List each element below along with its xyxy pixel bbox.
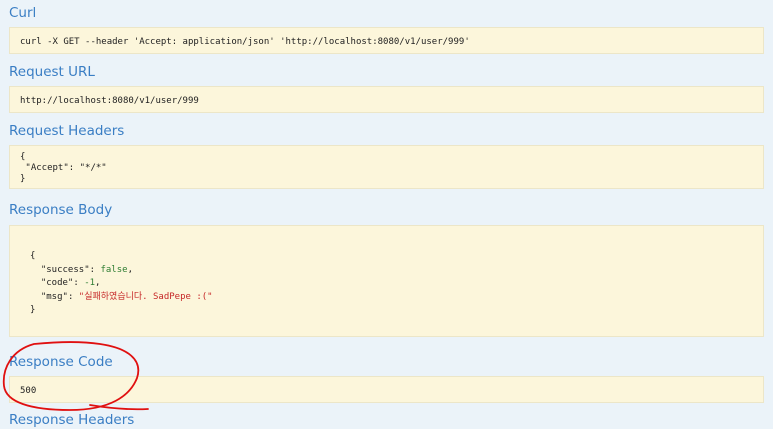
body-close-brace: } [30, 305, 36, 315]
code-key: "code" [40, 278, 74, 288]
headers-close-brace: } [20, 174, 26, 184]
body-success-line: "success": false, [40, 264, 133, 275]
request-url-block[interactable]: http://localhost:8080/v1/user/999 [9, 86, 764, 113]
header-accept-key: "Accept" [25, 163, 69, 173]
header-accept-line: "Accept": "*/*" [25, 163, 107, 173]
success-key: "success" [40, 264, 90, 275]
code-value: -1 [84, 278, 96, 288]
headers-open-brace: { [20, 152, 26, 162]
request-headers-block[interactable]: { "Accept": "*/*" } [9, 145, 764, 189]
msg-value: "실패하였습니다. SadPepe :(" [78, 291, 213, 302]
success-value: false [100, 264, 128, 275]
msg-key: "msg" [40, 291, 68, 302]
request-headers-title: Request Headers [9, 123, 125, 139]
request-url-title: Request URL [9, 64, 95, 80]
response-body-block[interactable]: { "success": false, "code": -1, "msg": "… [9, 225, 764, 337]
curl-title: Curl [9, 5, 37, 21]
underline-stroke [89, 404, 149, 411]
body-open-brace: { [30, 251, 36, 261]
curl-command-block[interactable]: curl -X GET --header 'Accept: applicatio… [9, 27, 764, 54]
request-url-value: http://localhost:8080/v1/user/999 [20, 96, 199, 106]
header-accept-value: "*/*" [79, 163, 107, 173]
response-headers-title: Response Headers [9, 412, 135, 428]
curl-command: curl -X GET --header 'Accept: applicatio… [20, 37, 470, 47]
red-circle-annotation [2, 341, 149, 411]
response-code-block[interactable]: 500 [9, 376, 764, 403]
response-body-title: Response Body [9, 202, 113, 218]
response-code-title: Response Code [9, 354, 113, 370]
response-code-value: 500 [20, 386, 37, 396]
body-msg-line: "msg": "실패하였습니다. SadPepe :(" [40, 291, 213, 302]
body-code-line: "code": -1, [40, 278, 101, 288]
